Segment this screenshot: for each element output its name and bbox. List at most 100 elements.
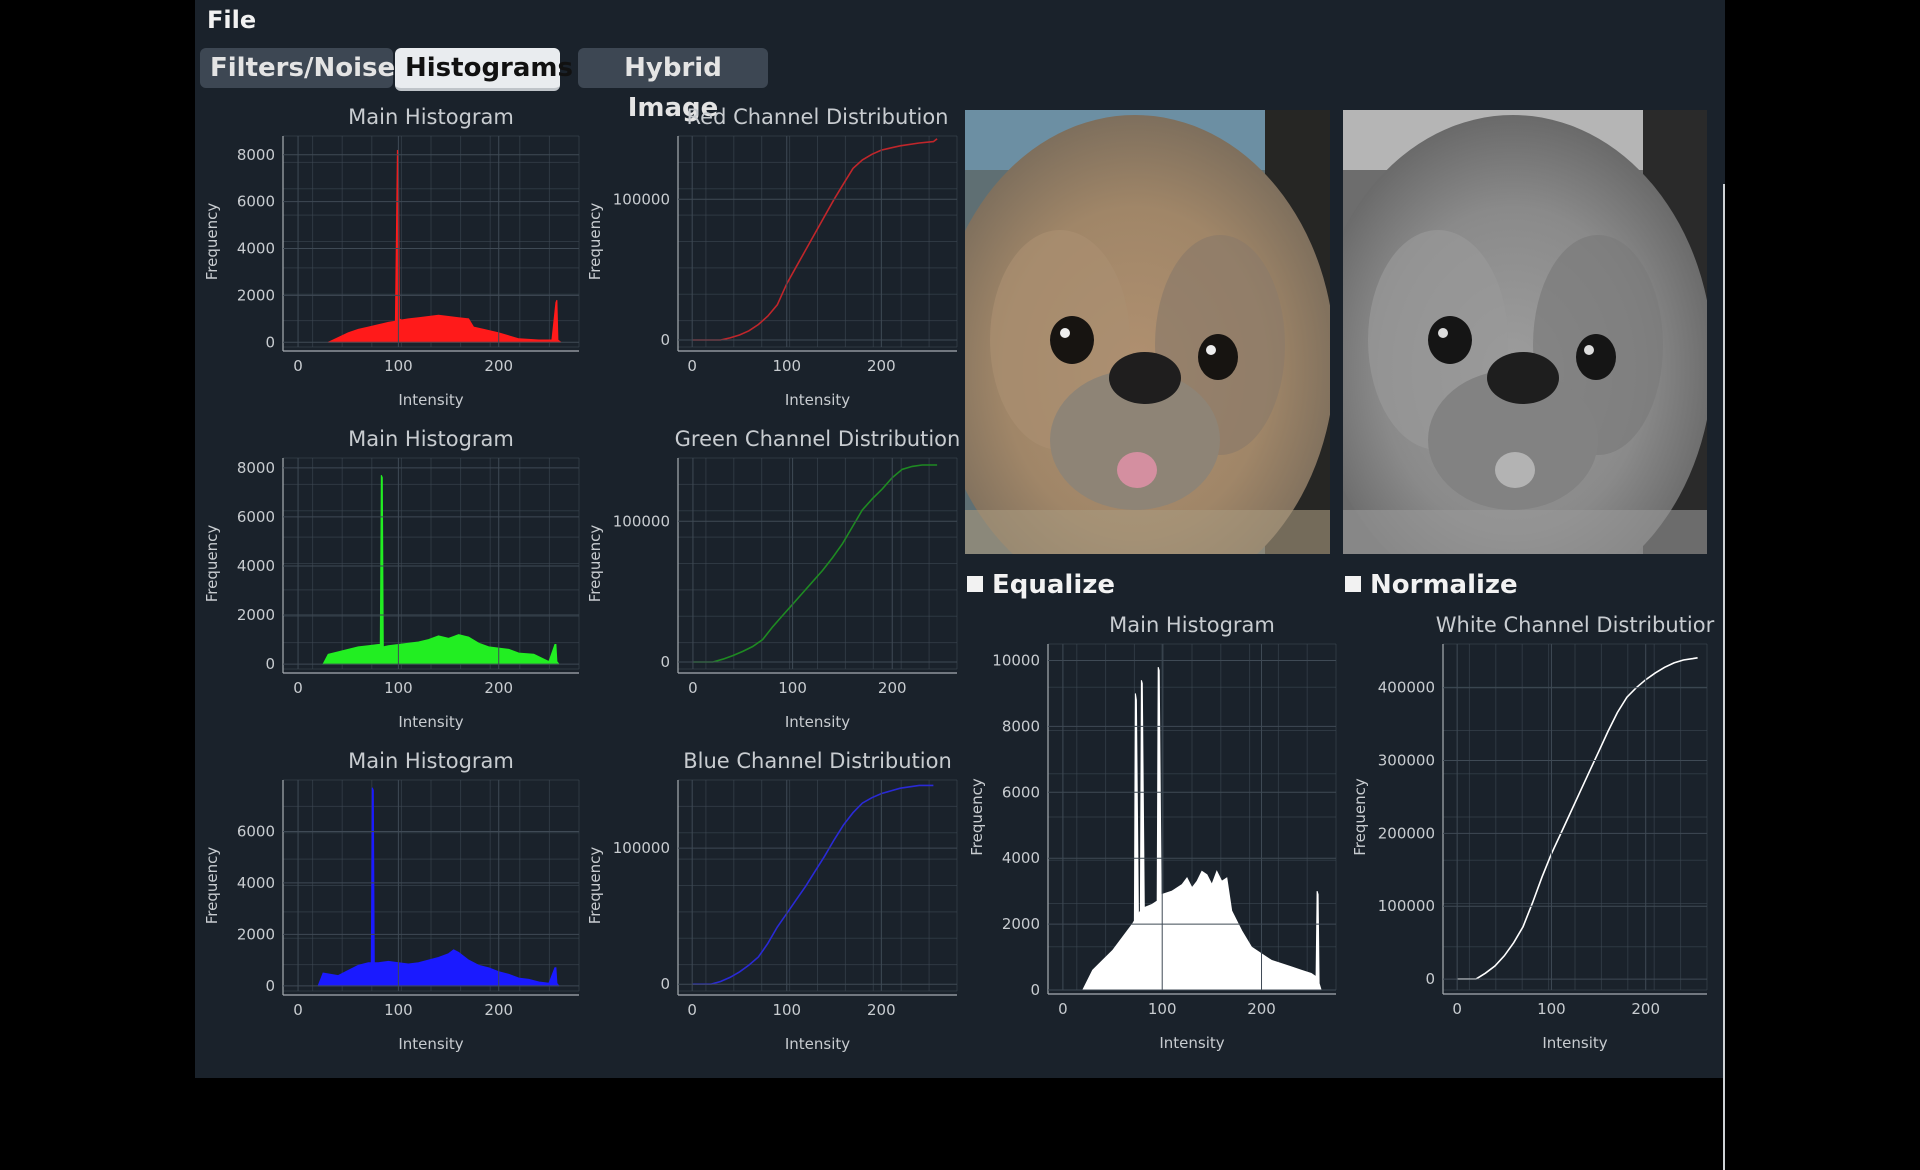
green-cdf-plot: Green Channel Distribution 0 100 200 0 100000… [578, 424, 963, 749]
blue-hist-histogram-area [317, 787, 560, 987]
red-hist-ytick-label: 8000 [237, 146, 275, 164]
white-cdf-title: White Channel Distributior [1436, 613, 1715, 637]
green-hist-xtick-label: 0 [293, 679, 303, 697]
red-cdf-ylabel: Frequency [586, 203, 604, 281]
blue-cdf-ytick-label: 0 [660, 975, 670, 993]
blue-cdf-xtick-label: 200 [867, 1001, 896, 1019]
file-menu[interactable]: File [207, 6, 256, 34]
blue-histogram-plot: Main Histogram 0 100 200 0 2000 4000 6000 Intens… [195, 746, 585, 1071]
equalize-checkbox[interactable]: Equalize [967, 570, 1167, 600]
green-hist-histogram-area [322, 475, 560, 665]
white-cdf-cdf-line [1457, 657, 1698, 980]
blue-hist-xlabel: Intensity [398, 1035, 463, 1053]
white-hist-xtick-label: 0 [1058, 1000, 1068, 1018]
green-hist-ylabel: Frequency [203, 525, 221, 603]
white-cdf-ylabel: Frequency [1351, 778, 1369, 856]
blue-cdf-plot: Blue Channel Distribution 0 100 200 0 100000 I… [578, 746, 963, 1071]
red-cdf-xtick-label: 100 [772, 357, 801, 375]
white-cdf-ytick-label: 400000 [1378, 679, 1435, 697]
white-histogram-plot: Main Histogram 0 100 200 0 2000 4000 6000 8000 10… [960, 610, 1342, 1070]
white-hist-ytick-label: 2000 [1002, 915, 1040, 933]
equalize-checkbox-box[interactable] [967, 576, 983, 592]
normalize-checkbox[interactable]: Normalize [1345, 570, 1545, 600]
white-hist-ytick-label: 4000 [1002, 849, 1040, 867]
green-hist-ytick-label: 8000 [237, 459, 275, 477]
normalize-checkbox-box[interactable] [1345, 576, 1361, 592]
red-hist-ytick-label: 2000 [237, 286, 275, 304]
green-hist-ytick-label: 0 [265, 655, 275, 673]
original-color-image [965, 110, 1330, 554]
tab-filters-noise[interactable]: Filters/Noise [200, 48, 395, 88]
green-cdf-title: Green Channel Distribution [675, 427, 961, 451]
equalize-label: Equalize [992, 570, 1116, 600]
green-cdf-ytick-label: 0 [660, 653, 670, 671]
green-cdf-xtick-label: 100 [778, 679, 807, 697]
white-hist-title: Main Histogram [1109, 613, 1275, 637]
red-cdf-xtick-label: 200 [867, 357, 896, 375]
green-hist-xlabel: Intensity [398, 713, 463, 731]
green-hist-ytick-label: 4000 [237, 557, 275, 575]
blue-hist-xtick-label: 200 [484, 1001, 513, 1019]
white-cdf-xtick-label: 100 [1537, 1000, 1566, 1018]
grayscale-image [1343, 110, 1707, 554]
red-cdf-xlabel: Intensity [785, 391, 850, 409]
green-hist-ytick-label: 6000 [237, 508, 275, 526]
normalize-label: Normalize [1370, 570, 1518, 600]
green-hist-xtick-label: 100 [384, 679, 413, 697]
white-hist-xtick-label: 200 [1247, 1000, 1276, 1018]
blue-hist-svg: Main Histogram0 100 2000200040006000Intens… [203, 749, 580, 1053]
white-hist-ytick-label: 0 [1030, 981, 1040, 999]
white-cdf-plot: White Channel Distributior 0 100 200 0 100000… [1343, 610, 1715, 1070]
blue-hist-ytick-label: 0 [265, 977, 275, 995]
red-hist-histogram-area [327, 149, 562, 343]
red-cdf-ytick-label: 100000 [613, 190, 670, 208]
blue-cdf-xtick-label: 100 [772, 1001, 801, 1019]
white-cdf-xtick-label: 200 [1631, 1000, 1660, 1018]
white-hist-xtick-label: 100 [1148, 1000, 1177, 1018]
red-cdf-ytick-label: 0 [660, 331, 670, 349]
white-hist-svg: Main Histogram0 100 2000200040006000800010… [968, 613, 1337, 1052]
red-hist-xtick-label: 100 [384, 357, 413, 375]
menu-bar: File [195, 0, 1725, 40]
red-hist-title: Main Histogram [348, 105, 514, 129]
white-hist-ytick-label: 8000 [1002, 717, 1040, 735]
green-hist-ytick-label: 2000 [237, 606, 275, 624]
white-hist-ytick-label: 10000 [992, 651, 1040, 669]
red-hist-ytick-label: 6000 [237, 193, 275, 211]
red-cdf-svg: Red Channel Distribution 0 100 200 0 100000 In… [586, 105, 958, 409]
green-hist-xtick-label: 200 [484, 679, 513, 697]
blue-hist-xtick-label: 100 [384, 1001, 413, 1019]
green-hist-title: Main Histogram [348, 427, 514, 451]
blue-cdf-ytick-label: 100000 [613, 839, 670, 857]
green-hist-svg: Main Histogram0 100 20002000400060008000In… [203, 427, 580, 731]
white-cdf-ytick-label: 200000 [1378, 824, 1435, 842]
white-cdf-xlabel: Intensity [1542, 1034, 1607, 1052]
white-hist-ylabel: Frequency [968, 778, 986, 856]
red-cdf-plot: Red Channel Distribution 0 100 200 0 100000 In… [578, 102, 963, 427]
tab-hybrid-image[interactable]: Hybrid Image [578, 48, 768, 123]
blue-hist-ylabel: Frequency [203, 847, 221, 925]
blue-cdf-ylabel: Frequency [586, 847, 604, 925]
white-cdf-ytick-label: 0 [1425, 970, 1435, 988]
green-histogram-plot: Main Histogram 0 100 200 0 2000 4000 6000 8000 In… [195, 424, 585, 749]
red-hist-xtick-label: 200 [484, 357, 513, 375]
red-histogram-plot: Main Histogram 0 100 200 0 2000 4000 6000 8000 In… [195, 102, 585, 427]
blue-hist-ytick-label: 6000 [237, 822, 275, 840]
tab-histograms[interactable]: Histograms [395, 48, 573, 91]
green-cdf-xlabel: Intensity [785, 713, 850, 731]
red-cdf-cdf-line [692, 138, 938, 341]
blue-hist-ytick-label: 2000 [237, 925, 275, 943]
red-hist-ytick-label: 0 [265, 333, 275, 351]
green-cdf-xtick-label: 0 [688, 679, 698, 697]
white-hist-xlabel: Intensity [1159, 1034, 1224, 1052]
green-cdf-ylabel: Frequency [586, 525, 604, 603]
red-hist-xlabel: Intensity [398, 391, 463, 409]
blue-hist-title: Main Histogram [348, 749, 514, 773]
red-cdf-title: Red Channel Distribution [687, 105, 949, 129]
white-cdf-xtick-label: 0 [1452, 1000, 1462, 1018]
panel-divider [1723, 184, 1725, 1170]
red-cdf-xtick-label: 0 [687, 357, 697, 375]
blue-cdf-title: Blue Channel Distribution [683, 749, 952, 773]
white-hist-ytick-label: 6000 [1002, 783, 1040, 801]
blue-cdf-xlabel: Intensity [785, 1035, 850, 1053]
